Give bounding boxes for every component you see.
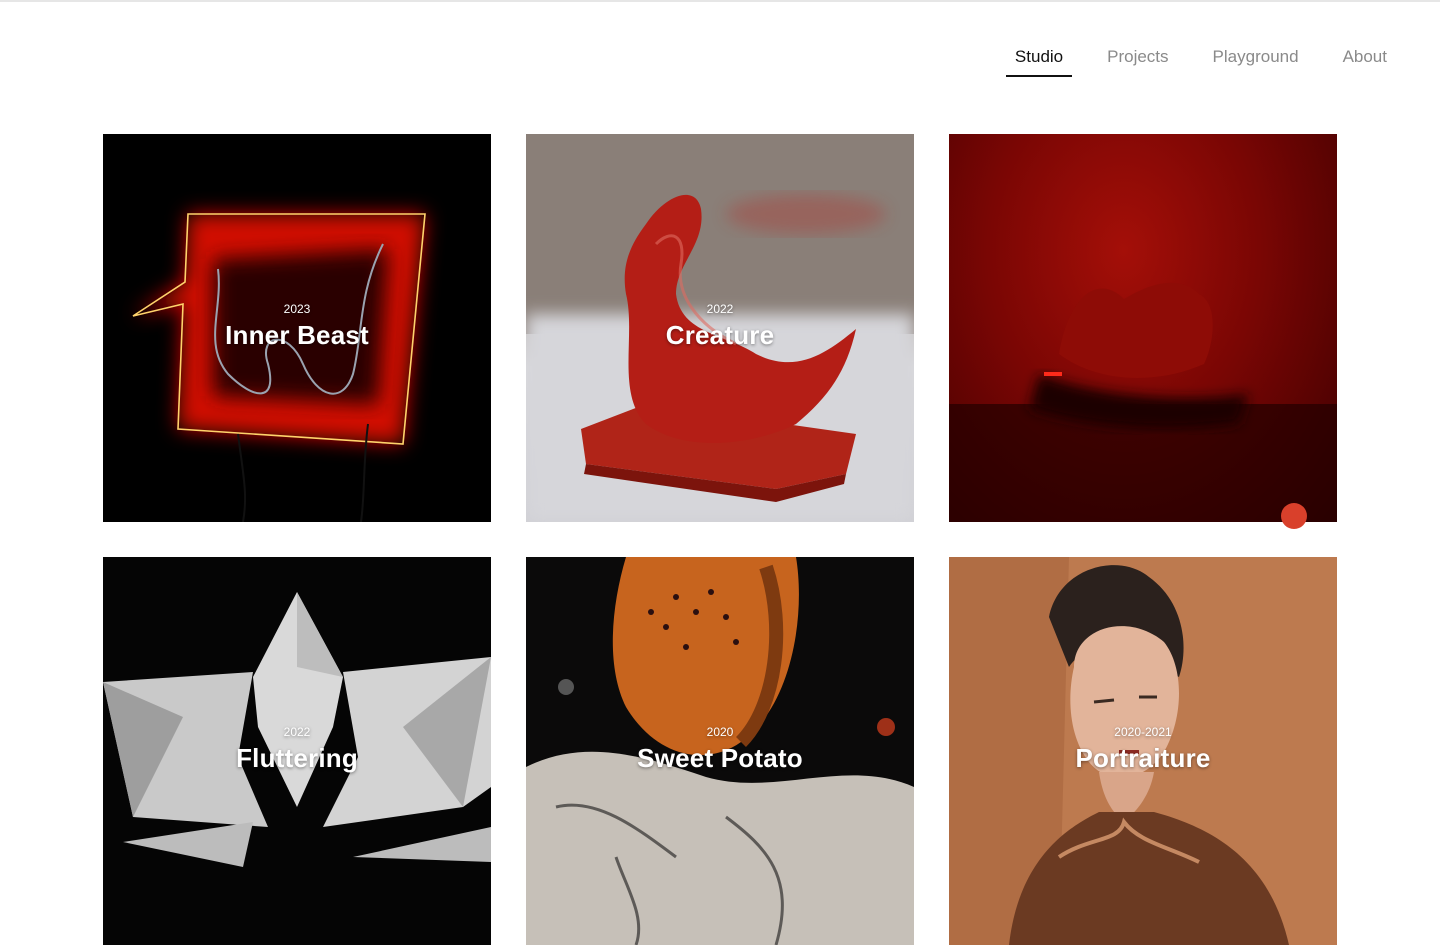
project-card-red-sculpture[interactable]: [949, 134, 1337, 522]
nav-studio[interactable]: Studio: [1005, 44, 1073, 77]
card-caption: 2022 Creature: [526, 302, 914, 351]
project-year: 2022: [283, 725, 311, 739]
project-title: Inner Beast: [225, 320, 369, 350]
project-card-inner-beast[interactable]: 2023 Inner Beast: [103, 134, 491, 522]
card-caption: 2020 Sweet Potato: [526, 725, 914, 774]
project-title: Fluttering: [236, 743, 358, 773]
project-card-creature[interactable]: 2022 Creature: [526, 134, 914, 522]
nav-playground[interactable]: Playground: [1204, 44, 1308, 77]
project-year: 2020-2021: [1114, 725, 1172, 739]
nav-about[interactable]: About: [1334, 44, 1396, 77]
project-year: 2022: [706, 302, 734, 316]
card-caption: 2023 Inner Beast: [103, 302, 491, 351]
project-title: Portraiture: [1075, 743, 1211, 773]
project-card-portraiture[interactable]: 2020-2021 Portraiture: [949, 557, 1337, 945]
red-sculpture-image: [949, 282, 1337, 522]
project-title: Sweet Potato: [637, 743, 803, 773]
project-year: 2020: [706, 725, 734, 739]
card-caption: 2020-2021 Portraiture: [949, 725, 1337, 774]
project-year: 2023: [283, 302, 311, 316]
top-border: [0, 0, 1440, 2]
cursor-dot: [1281, 503, 1307, 529]
project-grid: 2023 Inner Beast 2022 Creature 2022 Flut…: [103, 134, 1337, 945]
project-title: Creature: [665, 320, 775, 350]
card-caption: 2022 Fluttering: [103, 725, 491, 774]
project-card-fluttering[interactable]: 2022 Fluttering: [103, 557, 491, 945]
nav-projects[interactable]: Projects: [1098, 44, 1177, 77]
project-card-sweet-potato[interactable]: 2020 Sweet Potato: [526, 557, 914, 945]
main-nav: Studio Projects Playground About: [980, 44, 1396, 77]
